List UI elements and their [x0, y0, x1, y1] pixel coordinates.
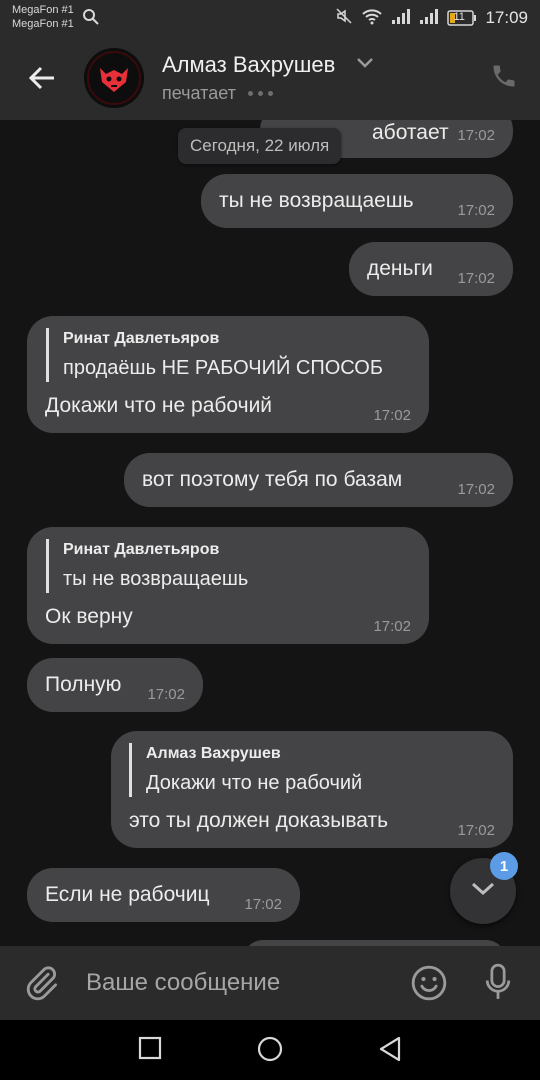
message-time: 17:02: [244, 896, 282, 913]
signal-icon: [391, 7, 411, 30]
message-time: 17:02: [457, 202, 495, 219]
square-icon[interactable]: [138, 1036, 162, 1065]
message-bubble-incoming[interactable]: Ринат Давлетьяров ты не возвращаешь Ок в…: [27, 527, 429, 644]
message-text: Если не рабочиц: [45, 883, 210, 906]
microphone-icon[interactable]: [482, 962, 514, 1007]
reply-author: Ринат Давлетьяров: [63, 541, 220, 558]
typing-status: печатает: [162, 83, 273, 104]
message-bubble-outgoing[interactable]: вот поэтому тебя по базам 17:02: [124, 453, 513, 507]
message-text: ты не возвращаешь: [219, 189, 414, 212]
message-time: 17:02: [373, 618, 411, 635]
mute-icon: [335, 7, 353, 30]
back-arrow-icon: [28, 66, 56, 95]
message-text: аботает: [372, 121, 449, 144]
message-bubble-outgoing[interactable]: ты не возвращаешь 17:02: [201, 174, 513, 228]
carrier-1: MegaFon #1: [12, 4, 74, 16]
typing-dots: [247, 91, 273, 96]
clock: 17:09: [485, 8, 528, 27]
message-time: 17:02: [147, 686, 185, 703]
message-text: Ок верну: [45, 605, 133, 628]
unread-badge: 1: [490, 852, 518, 880]
reply-author: Алмаз Вахрушев: [146, 745, 281, 762]
system-navigation-bar: [0, 1020, 540, 1080]
date-separator: Сегодня, 22 июля: [178, 128, 342, 164]
message-time: 17:02: [373, 407, 411, 424]
signal-icon: [419, 7, 439, 30]
circle-icon[interactable]: [257, 1036, 283, 1067]
message-time: 17:02: [457, 270, 495, 287]
message-list[interactable]: аботает 17:02 Сегодня, 22 июля ты не воз…: [0, 120, 540, 946]
contact-name[interactable]: Алмаз Вахрушев: [162, 52, 335, 78]
reply-quote[interactable]: Ринат Давлетьяров продаёшь НЕ РАБОЧИЙ СП…: [46, 328, 383, 382]
message-bubble-incoming[interactable]: Ринат Давлетьяров продаёшь НЕ РАБОЧИЙ СП…: [27, 316, 429, 433]
carrier-2: MegaFon #1: [12, 18, 74, 30]
reply-text: продаёшь НЕ РАБОЧИЙ СПОСОБ: [63, 357, 383, 379]
triangle-icon[interactable]: [378, 1036, 402, 1067]
reply-quote[interactable]: Алмаз Вахрушев Докажи что не рабочий: [129, 743, 362, 797]
message-bubble-outgoing[interactable]: деньги 17:02: [349, 242, 513, 296]
message-text: деньги: [367, 257, 433, 280]
message-input[interactable]: [76, 960, 396, 1006]
back-button[interactable]: [24, 62, 60, 98]
chevron-down-icon: [470, 881, 496, 902]
reply-text: ты не возвращаешь: [63, 568, 249, 590]
reply-author: Ринат Давлетьяров: [63, 330, 220, 347]
avatar[interactable]: [84, 48, 144, 108]
chevron-down-icon[interactable]: [356, 56, 374, 74]
status-bar: MegaFon #1 MegaFon #1 11 17:09: [0, 0, 540, 38]
message-time: 17:02: [457, 822, 495, 839]
message-time: 17:02: [457, 481, 495, 498]
reply-quote[interactable]: Ринат Давлетьяров ты не возвращаешь: [46, 539, 248, 593]
message-time: 17:02: [457, 127, 495, 144]
message-bubble-incoming[interactable]: Полную 17:02: [27, 658, 203, 712]
wifi-icon: [361, 7, 383, 30]
message-text: Докажи что не рабочий: [45, 394, 273, 417]
phone-icon[interactable]: [490, 62, 518, 95]
message-text: Полную: [45, 673, 122, 696]
message-text: вот поэтому тебя по базам: [142, 468, 403, 491]
battery-icon: 11: [447, 10, 477, 26]
emoji-icon[interactable]: [410, 964, 448, 1007]
carrier-labels: MegaFon #1 MegaFon #1: [12, 3, 74, 31]
search-icon: [82, 8, 100, 31]
chat-header: Алмаз Вахрушев печатает: [0, 38, 540, 120]
message-bubble-outgoing[interactable]: Алмаз Вахрушев Докажи что не рабочий это…: [111, 731, 513, 848]
message-composer: [0, 946, 540, 1020]
message-bubble-incoming[interactable]: Если не рабочиц 17:02: [27, 868, 300, 922]
status-icons: 11 17:09: [335, 7, 528, 29]
reply-text: Докажи что не рабочий: [146, 772, 363, 794]
paperclip-icon[interactable]: [22, 964, 60, 1007]
message-text: это ты должен доказывать: [129, 809, 389, 832]
battery-level: 11: [453, 11, 465, 23]
typing-label: печатает: [162, 83, 236, 103]
